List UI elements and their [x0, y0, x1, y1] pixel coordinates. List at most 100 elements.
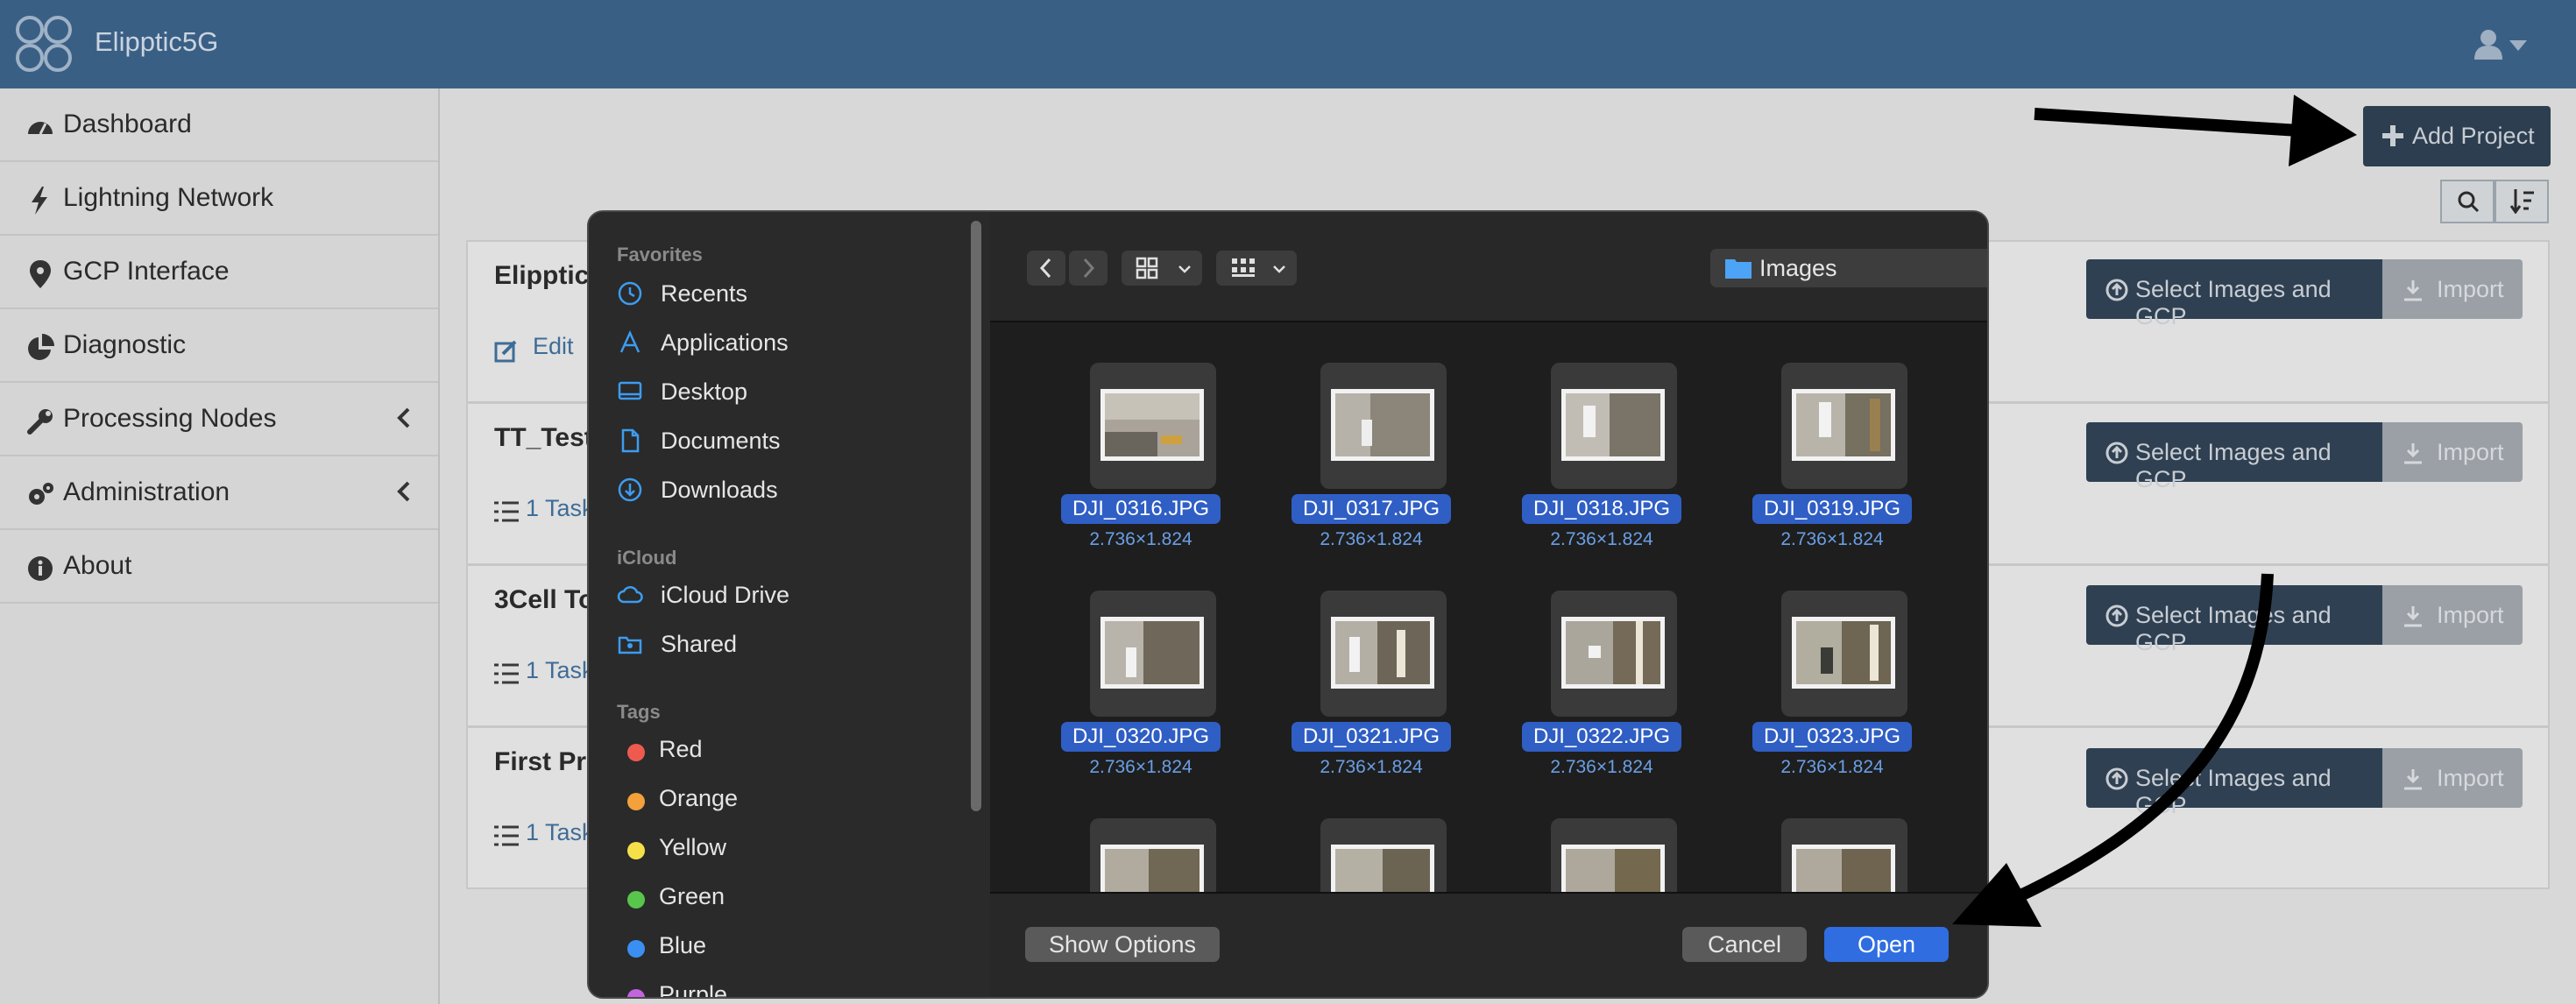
sidebar-item-label: Recents — [661, 280, 748, 307]
tasks-link[interactable]: 1 Task — [526, 495, 594, 522]
file-name: DJI_0317.JPG — [1292, 494, 1451, 524]
group-grid-icon — [1232, 258, 1255, 277]
select-images-label: Select Images and GCP — [2135, 276, 2332, 329]
tag-label: Yellow — [659, 834, 727, 860]
grid-view-icon — [1136, 257, 1158, 279]
file-item-partial[interactable] — [1501, 792, 1702, 892]
sidebar-item-label: GCP Interface — [63, 257, 230, 286]
select-images-label: Select Images and GCP — [2135, 602, 2332, 655]
project-title[interactable]: Elipptic — [494, 261, 589, 291]
dialog-sidebar: Favorites Recents Applications Desktop D… — [589, 212, 992, 997]
sidebar-item-desktop[interactable]: Desktop — [617, 375, 967, 410]
sidebar-scrollbar[interactable] — [971, 221, 981, 811]
sidebar-item-label: Downloads — [661, 477, 778, 503]
file-name: DJI_0321.JPG — [1292, 722, 1451, 752]
pie-chart-icon — [28, 334, 54, 360]
sidebar-item-icloud-drive[interactable]: iCloud Drive — [617, 578, 967, 613]
file-item-dji-0316[interactable]: DJI_0316.JPG 2.736×1.824 — [1040, 336, 1242, 549]
sidebar-item-label: Documents — [661, 428, 781, 454]
project-title[interactable]: TT_Test — [494, 423, 593, 453]
yellow-tag-dot-icon — [627, 842, 645, 859]
show-options-button[interactable]: Show Options — [1025, 927, 1220, 962]
file-item-dji-0317[interactable]: DJI_0317.JPG 2.736×1.824 — [1270, 336, 1472, 549]
clock-icon — [618, 281, 642, 306]
sidebar-item-processing-nodes[interactable]: Processing Nodes — [0, 383, 438, 456]
chevron-left-icon — [1039, 258, 1051, 279]
file-item-dji-0318[interactable]: DJI_0318.JPG 2.736×1.824 — [1501, 336, 1702, 549]
brand-name[interactable]: Elipptic5G — [95, 26, 218, 58]
document-icon — [621, 428, 640, 453]
file-grid: DJI_0316.JPG 2.736×1.824 DJI_0317.JPG 2.… — [990, 322, 1987, 892]
sidebar-item-administration[interactable]: Administration — [0, 456, 438, 530]
desktop-icon — [618, 381, 642, 400]
file-thumbnail — [1551, 590, 1677, 717]
search-projects-button[interactable] — [2440, 180, 2495, 223]
file-item-dji-0319[interactable]: DJI_0319.JPG 2.736×1.824 — [1731, 336, 1933, 549]
file-item-partial[interactable] — [1731, 792, 1933, 892]
sidebar-item-dashboard[interactable]: Dashboard — [0, 88, 438, 162]
sidebar-item-lightning-network[interactable]: Lightning Network — [0, 162, 438, 236]
import-label: Import — [2437, 439, 2504, 465]
sidebar-item-shared[interactable]: Shared — [617, 627, 967, 662]
upload-icon — [2105, 442, 2128, 464]
sidebar-item-label: About — [63, 551, 132, 580]
dialog-toolbar: Images — [990, 212, 1987, 322]
group-view-button[interactable] — [1216, 251, 1297, 286]
file-item-dji-0323[interactable]: DJI_0323.JPG 2.736×1.824 — [1731, 564, 1933, 777]
file-name: DJI_0322.JPG — [1522, 722, 1681, 752]
import-button[interactable]: Import — [2382, 748, 2523, 808]
select-images-gcp-button[interactable]: Select Images and GCP — [2086, 259, 2382, 329]
file-thumbnail — [1551, 818, 1677, 892]
import-button[interactable]: Import — [2382, 422, 2523, 482]
forward-button[interactable] — [1069, 251, 1108, 286]
back-button[interactable] — [1027, 251, 1065, 286]
icon-view-button[interactable] — [1122, 251, 1202, 286]
file-thumbnail — [1320, 590, 1447, 717]
sidebar-item-diagnostic[interactable]: Diagnostic — [0, 309, 438, 383]
info-icon — [28, 556, 53, 581]
sidebar-item-label: Processing Nodes — [63, 404, 277, 433]
sidebar-item-label: Shared — [661, 631, 738, 657]
user-menu-button[interactable] — [2473, 28, 2527, 63]
sidebar-item-gcp-interface[interactable]: GCP Interface — [0, 236, 438, 309]
project-title[interactable]: 3Cell To — [494, 585, 594, 615]
tasks-link[interactable]: 1 Task — [526, 657, 594, 684]
edit-icon — [494, 340, 517, 363]
cancel-button[interactable]: Cancel — [1682, 927, 1807, 962]
import-button[interactable]: Import — [2382, 259, 2523, 319]
location-popup[interactable]: Images — [1710, 249, 1987, 287]
add-project-label: Add Project — [2412, 123, 2535, 149]
dashboard-icon — [28, 122, 53, 135]
select-images-gcp-button[interactable]: Select Images and GCP — [2086, 748, 2382, 818]
sidebar-item-recents[interactable]: Recents — [617, 277, 967, 312]
file-item-dji-0320[interactable]: DJI_0320.JPG 2.736×1.824 — [1040, 564, 1242, 777]
project-title[interactable]: First Pro — [494, 747, 602, 777]
sidebar-item-label: iCloud Drive — [661, 582, 790, 608]
file-thumbnail — [1781, 818, 1907, 892]
orange-tag-dot-icon — [627, 793, 645, 810]
sidebar-item-applications[interactable]: Applications — [617, 326, 967, 361]
select-images-gcp-button[interactable]: Select Images and GCP — [2086, 422, 2382, 492]
open-button[interactable]: Open — [1824, 927, 1949, 962]
tasks-link[interactable]: 1 Task — [526, 819, 594, 846]
location-label: Images — [1759, 255, 1837, 281]
import-label: Import — [2437, 602, 2504, 628]
file-thumbnail — [1090, 818, 1216, 892]
file-item-dji-0321[interactable]: DJI_0321.JPG 2.736×1.824 — [1270, 564, 1472, 777]
edit-link[interactable]: Edit — [533, 333, 574, 360]
sidebar-item-about[interactable]: About — [0, 530, 438, 604]
sort-projects-button[interactable] — [2495, 180, 2549, 223]
chevron-left-icon — [397, 407, 410, 428]
tasks-icon — [494, 501, 519, 522]
add-project-button[interactable]: Add Project — [2363, 106, 2551, 166]
file-item-partial[interactable] — [1040, 792, 1242, 892]
sidebar-item-documents[interactable]: Documents — [617, 424, 967, 459]
import-button[interactable]: Import — [2382, 585, 2523, 645]
file-item-dji-0322[interactable]: DJI_0322.JPG 2.736×1.824 — [1501, 564, 1702, 777]
select-images-gcp-button[interactable]: Select Images and GCP — [2086, 585, 2382, 655]
file-item-partial[interactable] — [1270, 792, 1472, 892]
caret-down-icon — [2509, 40, 2527, 51]
file-name: DJI_0316.JPG — [1061, 494, 1221, 524]
file-thumbnail — [1090, 363, 1216, 489]
sidebar-item-downloads[interactable]: Downloads — [617, 473, 967, 508]
